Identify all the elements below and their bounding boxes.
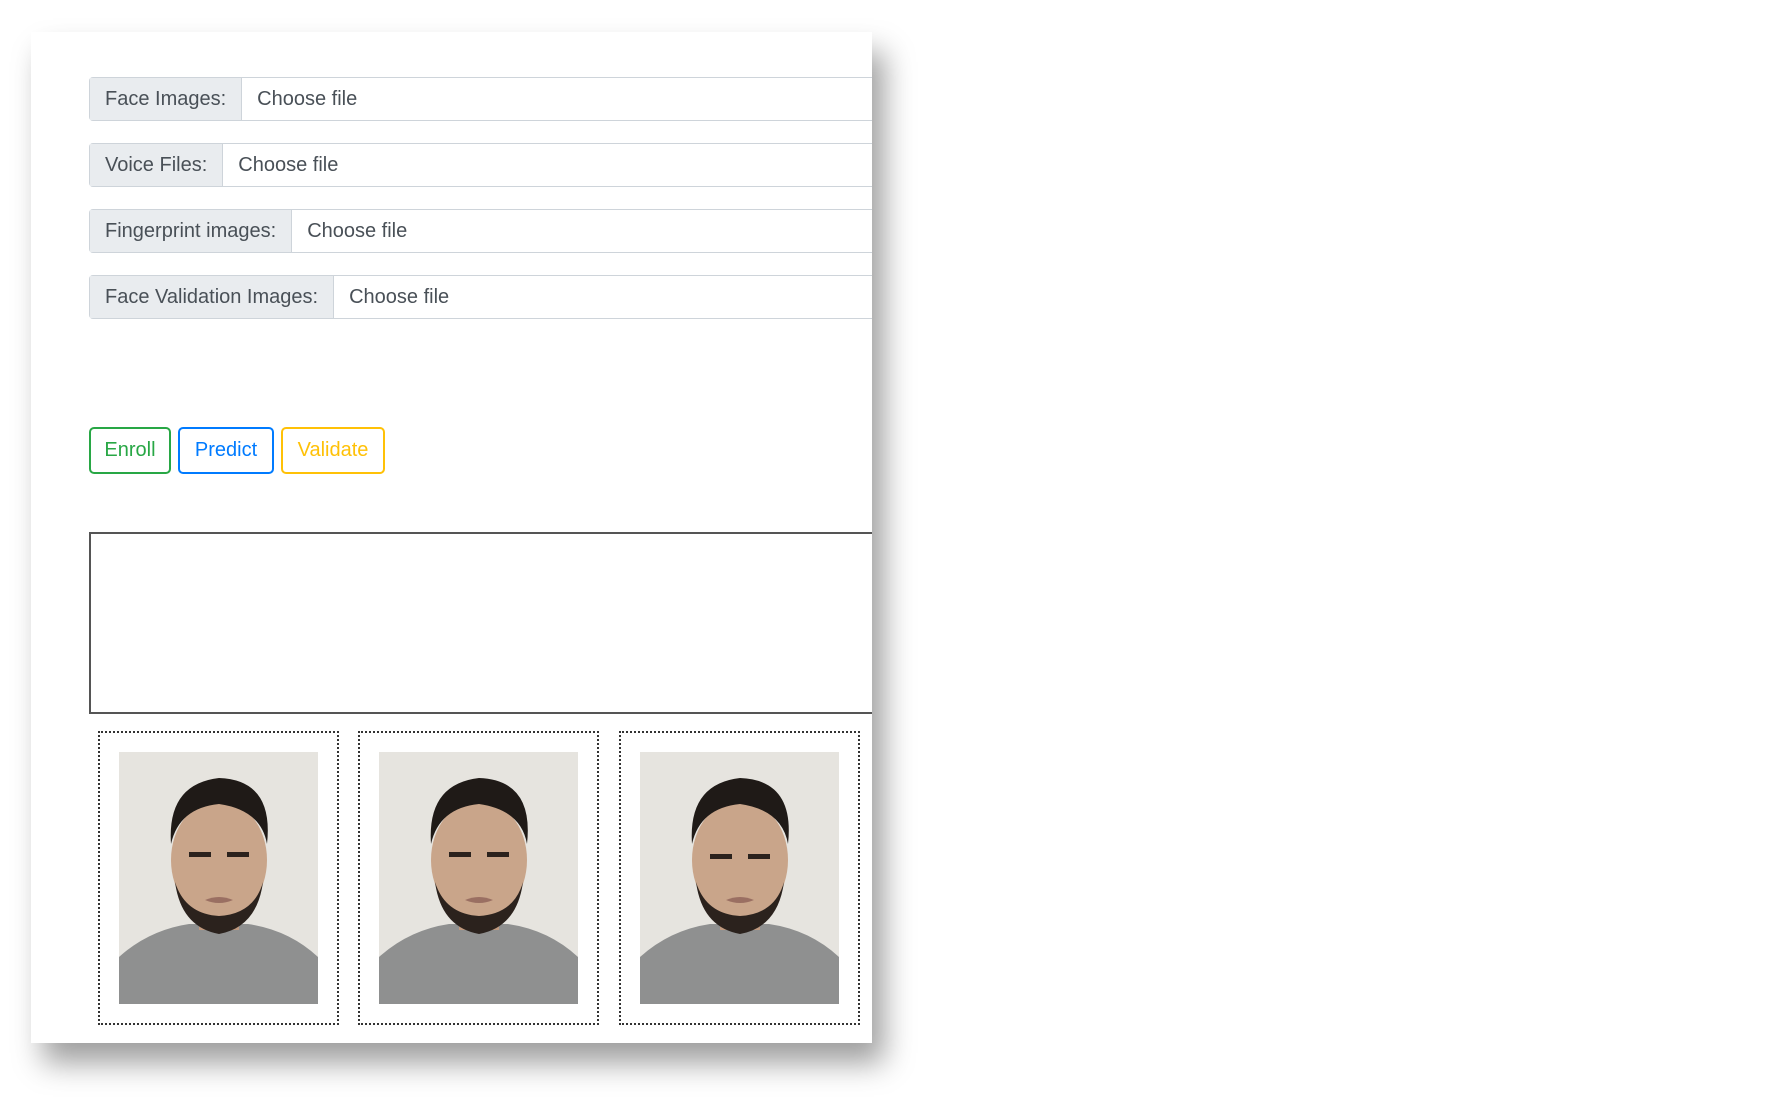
face-thumbnail (619, 731, 860, 1025)
face-images-file-input[interactable]: Choose file (242, 78, 872, 120)
face-validation-images-label: Face Validation Images: (90, 276, 335, 318)
voice-files-file-input[interactable]: Choose file (223, 144, 872, 186)
face-photo-icon (119, 752, 318, 1004)
fingerprint-images-file-input[interactable]: Choose file (292, 210, 872, 252)
face-thumbnail (98, 731, 339, 1025)
face-thumbnail (358, 731, 599, 1025)
face-photo-icon (379, 752, 578, 1004)
face-images-input-group: Face Images: Choose file (89, 77, 872, 121)
validate-button[interactable]: Validate (281, 427, 385, 474)
face-validation-images-input-group: Face Validation Images: Choose file (89, 275, 872, 319)
face-validation-images-file-input[interactable]: Choose file (334, 276, 872, 318)
form-card: Face Images: Choose file Voice Files: Ch… (31, 32, 872, 1043)
face-photo-icon (640, 752, 839, 1004)
predict-button[interactable]: Predict (178, 427, 274, 474)
voice-files-input-group: Voice Files: Choose file (89, 143, 872, 187)
enroll-button[interactable]: Enroll (89, 427, 171, 474)
output-area (89, 532, 872, 714)
voice-files-label: Voice Files: (90, 144, 224, 186)
fingerprint-images-label: Fingerprint images: (90, 210, 293, 252)
face-images-label: Face Images: (90, 78, 243, 120)
fingerprint-images-input-group: Fingerprint images: Choose file (89, 209, 872, 253)
